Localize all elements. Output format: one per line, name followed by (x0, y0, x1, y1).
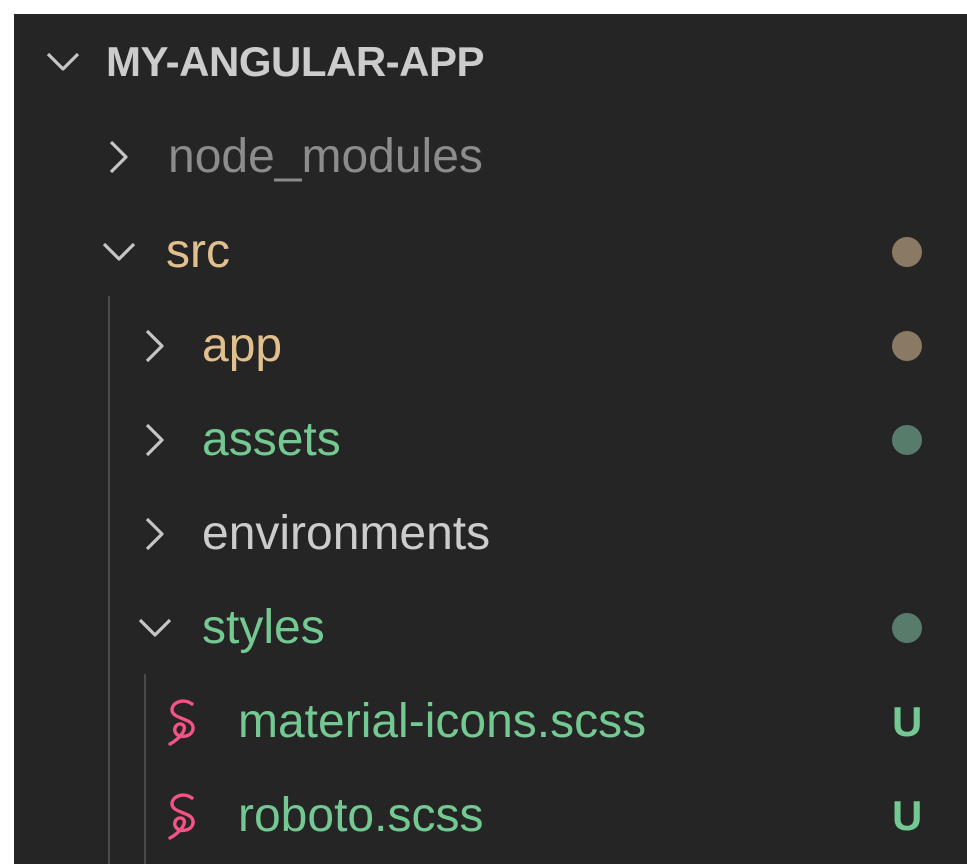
explorer-root-header[interactable]: MY-ANGULAR-APP (14, 16, 967, 108)
tree-item-label: node_modules (168, 130, 483, 183)
tree-item-material-icons-scss[interactable]: material-icons.scss U (14, 676, 967, 768)
tree-item-label: src (166, 225, 230, 278)
untracked-status-dot (892, 613, 922, 643)
chevron-right-icon[interactable] (132, 323, 178, 369)
chevron-right-icon[interactable] (132, 417, 178, 463)
root-folder-label: MY-ANGULAR-APP (106, 38, 485, 85)
tree-item-styles[interactable]: styles (14, 582, 967, 674)
tree-item-node-modules[interactable]: node_modules (14, 111, 967, 203)
untracked-status-dot (892, 425, 922, 455)
chevron-right-icon[interactable] (132, 511, 178, 557)
untracked-badge: U (892, 698, 923, 745)
chevron-right-icon[interactable] (96, 134, 142, 180)
chevron-down-icon[interactable] (40, 39, 86, 85)
tree-item-assets[interactable]: assets (14, 394, 967, 486)
tree-item-label: app (202, 319, 283, 372)
tree-item-src[interactable]: src (14, 206, 967, 298)
sass-icon (162, 790, 208, 842)
tree-item-label: assets (202, 413, 341, 466)
modified-status-dot (892, 237, 922, 267)
tree-item-label: environments (202, 507, 491, 560)
tree-item-label: material-icons.scss (238, 695, 647, 748)
tree-item-environments[interactable]: environments (14, 488, 967, 580)
untracked-badge: U (892, 792, 923, 839)
chevron-down-icon[interactable] (96, 229, 142, 275)
file-explorer: MY-ANGULAR-APP node_modules src app asse… (14, 14, 967, 864)
tree-item-label: styles (202, 601, 325, 654)
tree-item-roboto-scss[interactable]: roboto.scss U (14, 770, 967, 862)
sass-icon (162, 696, 208, 748)
modified-status-dot (892, 331, 922, 361)
tree-item-label: roboto.scss (238, 789, 484, 842)
tree-item-app[interactable]: app (14, 300, 967, 392)
chevron-down-icon[interactable] (132, 605, 178, 651)
